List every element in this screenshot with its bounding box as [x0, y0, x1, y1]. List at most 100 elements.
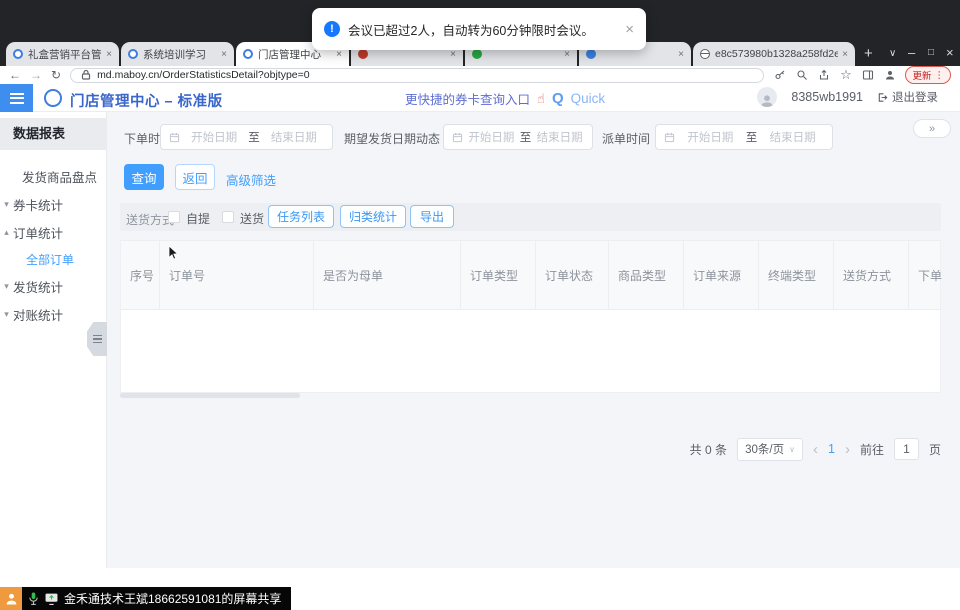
- total-count-label: 共 0 条: [690, 441, 727, 458]
- export-button[interactable]: 导出: [410, 205, 454, 228]
- sidebar-item-coupon-stats[interactable]: ▾ 券卡统计: [0, 190, 106, 218]
- microphone-icon: [28, 592, 39, 605]
- end-date-placeholder[interactable]: 结束日期: [264, 129, 324, 145]
- delivery-label[interactable]: 送货: [240, 210, 264, 227]
- caret-up-icon: ▴: [0, 227, 13, 238]
- share-icon[interactable]: [817, 69, 830, 82]
- start-date-placeholder[interactable]: 开始日期: [679, 129, 742, 145]
- sidebar-item-order-stats[interactable]: ▴ 订单统计: [0, 218, 106, 246]
- password-key-icon[interactable]: [773, 69, 786, 82]
- browser-tab-1[interactable]: 礼盒营销平台管理中心 ×: [6, 42, 119, 66]
- tab-favicon: [13, 49, 23, 59]
- search-button[interactable]: 查询: [124, 164, 164, 190]
- caret-down-icon: ▾: [0, 309, 13, 320]
- window-close-button[interactable]: ×: [946, 45, 954, 60]
- main-content: 下单时间 开始日期 至 结束日期 期望发货日期动态 开始日期 至 结束日期 派单…: [107, 112, 960, 568]
- delivery-checkbox[interactable]: [222, 211, 234, 223]
- tab-close-icon[interactable]: ×: [678, 49, 684, 60]
- window-minimize-button[interactable]: –: [908, 45, 915, 60]
- tab-close-icon[interactable]: ×: [221, 49, 227, 60]
- hamburger-menu-button[interactable]: [0, 84, 33, 112]
- globe-favicon: [700, 49, 710, 59]
- calendar-icon: [169, 132, 180, 143]
- start-date-placeholder[interactable]: 开始日期: [184, 129, 244, 145]
- caret-down-icon: ▾: [0, 199, 13, 210]
- advanced-filter-link[interactable]: 高级筛选: [226, 170, 276, 189]
- calendar-icon: [452, 132, 463, 143]
- prev-page-icon[interactable]: ‹: [813, 442, 818, 457]
- expected-ship-date-range-input[interactable]: 开始日期 至 结束日期: [443, 124, 593, 150]
- end-date-placeholder[interactable]: 结束日期: [535, 129, 584, 145]
- forward-icon[interactable]: →: [30, 69, 42, 81]
- tab-favicon: [128, 49, 138, 59]
- sidebar-item-shipping-stats[interactable]: ▾ 发货统计: [0, 272, 106, 300]
- banner-close-icon[interactable]: ×: [625, 21, 634, 38]
- delivery-method-label: 送货方式: [126, 211, 174, 228]
- classified-stats-button[interactable]: 归类统计: [340, 205, 406, 228]
- user-avatar: [757, 87, 777, 107]
- tab-close-icon[interactable]: ×: [564, 49, 570, 60]
- current-page-number[interactable]: 1: [828, 442, 835, 456]
- col-order-type: 订单类型: [461, 241, 536, 309]
- logout-label: 退出登录: [892, 89, 938, 105]
- menu-dots-icon[interactable]: ⋮: [935, 70, 945, 81]
- browser-tab-7[interactable]: e8c573980b1328a258fd2e6... ×: [693, 42, 855, 66]
- table-toolbar: 送货方式 自提 送货 任务列表 归类统计 导出: [120, 203, 941, 231]
- page-unit-label: 页: [929, 441, 941, 458]
- window-maximize-button[interactable]: □: [928, 47, 934, 58]
- logout-icon: [877, 92, 888, 103]
- page-size-value: 30条/页: [745, 441, 784, 457]
- tab-search-chevron-icon[interactable]: ∨: [889, 48, 896, 59]
- tab-close-icon[interactable]: ×: [450, 49, 456, 60]
- sidebar-item-all-orders-active[interactable]: 全部订单: [0, 246, 106, 272]
- sidebar-item-shipping-inventory[interactable]: 发货商品盘点: [0, 162, 106, 190]
- info-icon: !: [324, 21, 340, 37]
- new-tab-button[interactable]: +: [864, 45, 873, 62]
- sidebar-collapse-handle[interactable]: [87, 322, 107, 356]
- logout-button[interactable]: 退出登录: [877, 89, 938, 105]
- browser-toolbar: ← → ↻ md.maboy.cn/OrderStatisticsDetail?…: [0, 66, 960, 84]
- next-page-icon[interactable]: ›: [845, 442, 850, 457]
- app-title: 门店管理中心 – 标准版: [70, 90, 223, 111]
- coupon-query-link[interactable]: 更快捷的券卡查询入口: [405, 89, 530, 108]
- zoom-icon[interactable]: [795, 69, 808, 82]
- to-label: 至: [520, 129, 532, 145]
- back-button[interactable]: 返回: [175, 164, 215, 190]
- reload-icon[interactable]: ↻: [51, 69, 61, 81]
- col-terminal-type: 终端类型: [759, 241, 834, 309]
- quick-label[interactable]: Quick: [571, 91, 606, 106]
- sidebar-item-label: 券卡统计: [13, 195, 63, 214]
- browser-tab-2[interactable]: 系统培训学习 ×: [121, 42, 234, 66]
- dispatch-time-range-input[interactable]: 开始日期 至 结束日期: [655, 124, 833, 150]
- goto-page-input[interactable]: [894, 438, 919, 460]
- horizontal-scrollbar-thumb[interactable]: [120, 393, 300, 398]
- order-time-range-input[interactable]: 开始日期 至 结束日期: [160, 124, 333, 150]
- tab-close-icon[interactable]: ×: [106, 49, 112, 60]
- expand-filters-button[interactable]: »: [913, 119, 951, 138]
- bookmark-star-icon[interactable]: ☆: [839, 69, 852, 82]
- sidebar-item-reconciliation-stats[interactable]: ▾ 对账统计: [0, 300, 106, 328]
- update-label: 更新: [912, 68, 931, 82]
- quick-search-icon[interactable]: Q: [552, 90, 564, 107]
- lock-icon: [79, 69, 92, 82]
- mouse-cursor: [168, 246, 180, 266]
- self-pickup-checkbox[interactable]: [168, 211, 180, 223]
- tab-close-icon[interactable]: ×: [336, 49, 342, 60]
- self-pickup-label[interactable]: 自提: [186, 210, 210, 227]
- col-order-time: 下单时间: [909, 241, 942, 309]
- goto-label: 前往: [860, 441, 884, 458]
- col-seq: 序号: [121, 241, 160, 309]
- side-panel-icon[interactable]: [861, 69, 874, 82]
- caret-down-icon: ▾: [0, 281, 13, 292]
- task-list-button[interactable]: 任务列表: [268, 205, 334, 228]
- end-date-placeholder[interactable]: 结束日期: [761, 129, 824, 145]
- profile-icon[interactable]: [883, 69, 896, 82]
- pointing-hand-icon: ☝: [537, 91, 545, 107]
- back-icon[interactable]: ←: [9, 69, 21, 81]
- chrome-update-button[interactable]: 更新 ⋮: [905, 66, 951, 84]
- address-bar[interactable]: md.maboy.cn/OrderStatisticsDetail?objtyp…: [70, 68, 764, 83]
- tab-close-icon[interactable]: ×: [842, 49, 848, 60]
- start-date-placeholder[interactable]: 开始日期: [467, 129, 516, 145]
- filter-label-dispatch-time: 派单时间: [602, 130, 650, 147]
- page-size-select[interactable]: 30条/页 ∨: [737, 438, 803, 461]
